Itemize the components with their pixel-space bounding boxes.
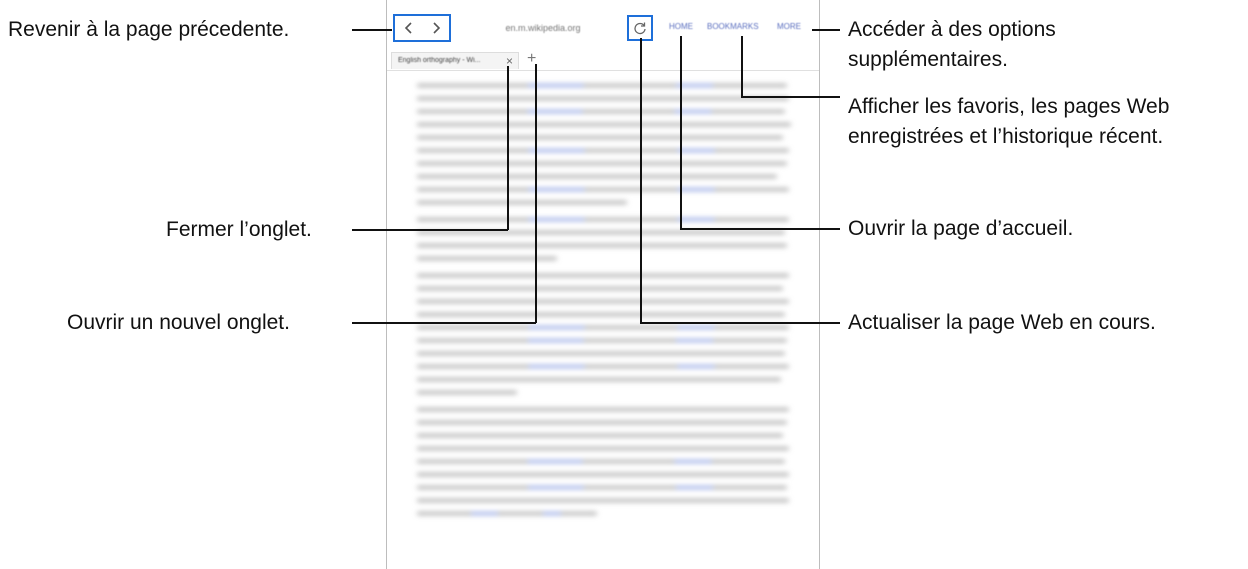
back-button[interactable] [399,18,419,38]
callout-more: Accéder à des options supplémentaires. [848,18,1056,71]
home-link[interactable]: HOME [669,22,693,31]
callout-back: Revenir à la page précedente. [8,18,290,41]
chevron-left-icon [404,22,412,34]
leader-line [507,66,509,230]
callout-bookmarks: Afficher les favoris, les pages Web enre… [848,95,1170,148]
chevron-right-icon [432,22,440,34]
callout-reload: Actualiser la page Web en cours. [848,311,1156,334]
leader-line [640,322,840,324]
browser-toolbar: en.m.wikipedia.org HOME BOOKMARKS MORE [387,12,819,46]
article-paragraph [417,274,797,394]
leader-line [352,29,392,31]
browser-tab[interactable]: English orthography - Wi... × [391,52,519,69]
browser-window: en.m.wikipedia.org HOME BOOKMARKS MORE E… [386,0,820,569]
more-link[interactable]: MORE [777,22,801,31]
tab-bar: English orthography - Wi... × + [387,50,819,71]
reload-icon [634,22,646,35]
address-bar[interactable]: en.m.wikipedia.org [461,16,625,40]
navigation-buttons [393,14,451,42]
leader-line [680,228,840,230]
article-paragraph [417,408,797,515]
leader-line [741,96,840,98]
leader-line [812,29,840,31]
leader-line [352,322,536,324]
article-paragraph [417,218,797,260]
tab-title: English orthography - Wi... [398,57,481,64]
callout-new-tab: Ouvrir un nouvel onglet. [67,311,290,334]
leader-line [680,36,682,229]
bookmarks-link[interactable]: BOOKMARKS [707,22,759,31]
forward-button[interactable] [426,18,446,38]
leader-line [741,36,743,97]
article-body [417,74,797,529]
callout-close-tab: Fermer l’onglet. [166,218,312,241]
leader-line [640,38,642,324]
callout-home: Ouvrir la page d’accueil. [848,217,1074,240]
leader-line [352,229,508,231]
leader-line [535,64,537,323]
article-paragraph [417,84,797,204]
